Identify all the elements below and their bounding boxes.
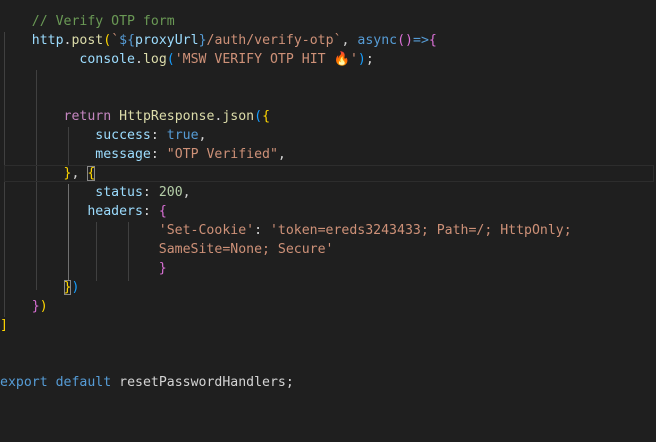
log-string: 'MSW VERIFY OTP HIT [174,52,334,67]
log-method: log [142,52,167,67]
dot: . [134,52,143,67]
paren-close: ) [357,52,366,67]
paren-open: ( [254,109,263,124]
code-line-comment[interactable]: // Verify OTP form [0,12,656,31]
export-name: resetPasswordHandlers [119,375,286,390]
semicolon: ; [285,375,294,390]
template-rest: /auth/verify-otp` [206,33,342,48]
brace-open: { [428,33,437,48]
set-cookie-key: 'Set-Cookie' [158,223,255,238]
arrow: => [413,33,429,48]
template-open: ` [111,33,120,48]
code-line-set-cookie-wrap[interactable]: SameSite=None; Secure' [0,240,656,259]
interp-open: ${ [119,33,136,48]
json-method: json [222,109,255,124]
code-line-console-log[interactable]: console.log('MSW VERIFY OTP HIT 🔥'); [0,50,656,69]
params: () [397,33,413,48]
paren-close: ) [71,280,80,295]
proxyurl-variable: proxyUrl [135,33,199,48]
brace-open-matched: { [87,166,96,181]
httpresponse-object: HttpResponse [119,109,215,124]
brace-close: } [158,261,167,276]
code-line-success[interactable]: success: true, [0,126,656,145]
return-keyword: return [63,109,112,124]
code-line-http-post[interactable]: http.post(`${proxyUrl}/auth/verify-otp`,… [0,31,656,50]
code-line-options-open[interactable]: }, { [0,164,656,183]
bracket-close: ] [0,318,8,333]
comma: , [182,185,191,200]
colon: : [142,185,159,200]
code-line-return[interactable]: return HttpResponse.json({ [0,107,656,126]
code-editor[interactable]: // Verify OTP form http.post(`${proxyUrl… [0,0,656,442]
success-key: success [95,128,151,143]
code-line-headers-close[interactable]: } [0,259,656,278]
set-cookie-value: 'token=ereds3243433; Path=/; HttpOnly; [269,223,572,238]
code-line-headers[interactable]: headers: { [0,202,656,221]
colon: : [142,204,159,219]
code-line-options-close[interactable]: }) [0,278,656,297]
comma: , [277,147,286,162]
log-string-end: ' [349,52,358,67]
status-key: status [95,185,143,200]
message-key: message [95,147,151,162]
comma: , [341,33,358,48]
post-method: post [71,33,104,48]
comma: , [198,128,207,143]
set-cookie-value-cont: SameSite=None; Secure' [158,242,334,257]
colon: : [254,223,270,238]
paren-open: ( [166,52,175,67]
colon: : [150,147,167,162]
http-object: http [31,33,64,48]
code-line-set-cookie[interactable]: 'Set-Cookie': 'token=ereds3243433; Path=… [0,221,656,240]
paren-close: ) [39,299,48,314]
console-object: console [79,52,135,67]
message-value: "OTP Verified" [166,147,278,162]
colon: : [150,128,167,143]
code-line-post-close[interactable]: }) [0,297,656,316]
brace-close: } [31,299,40,314]
code-line-array-close[interactable]: ] [0,316,656,335]
paren-open: ( [103,33,112,48]
interp-close: } [198,33,207,48]
semicolon: ; [365,52,374,67]
default-keyword: default [55,375,112,390]
async-keyword: async [357,33,398,48]
headers-key: headers [87,204,143,219]
comma: , [71,166,88,181]
fire-emoji-icon: 🔥 [333,52,350,67]
code-line-status[interactable]: status: 200, [0,183,656,202]
status-value: 200 [158,185,183,200]
code-line-message[interactable]: message: "OTP Verified", [0,145,656,164]
true-value: true [166,128,199,143]
export-keyword: export [0,375,48,390]
brace-open: { [262,109,271,124]
brace-open: { [158,204,167,219]
code-line-export[interactable]: export default resetPasswordHandlers; [0,373,656,392]
comment-text: // Verify OTP form [31,14,175,29]
